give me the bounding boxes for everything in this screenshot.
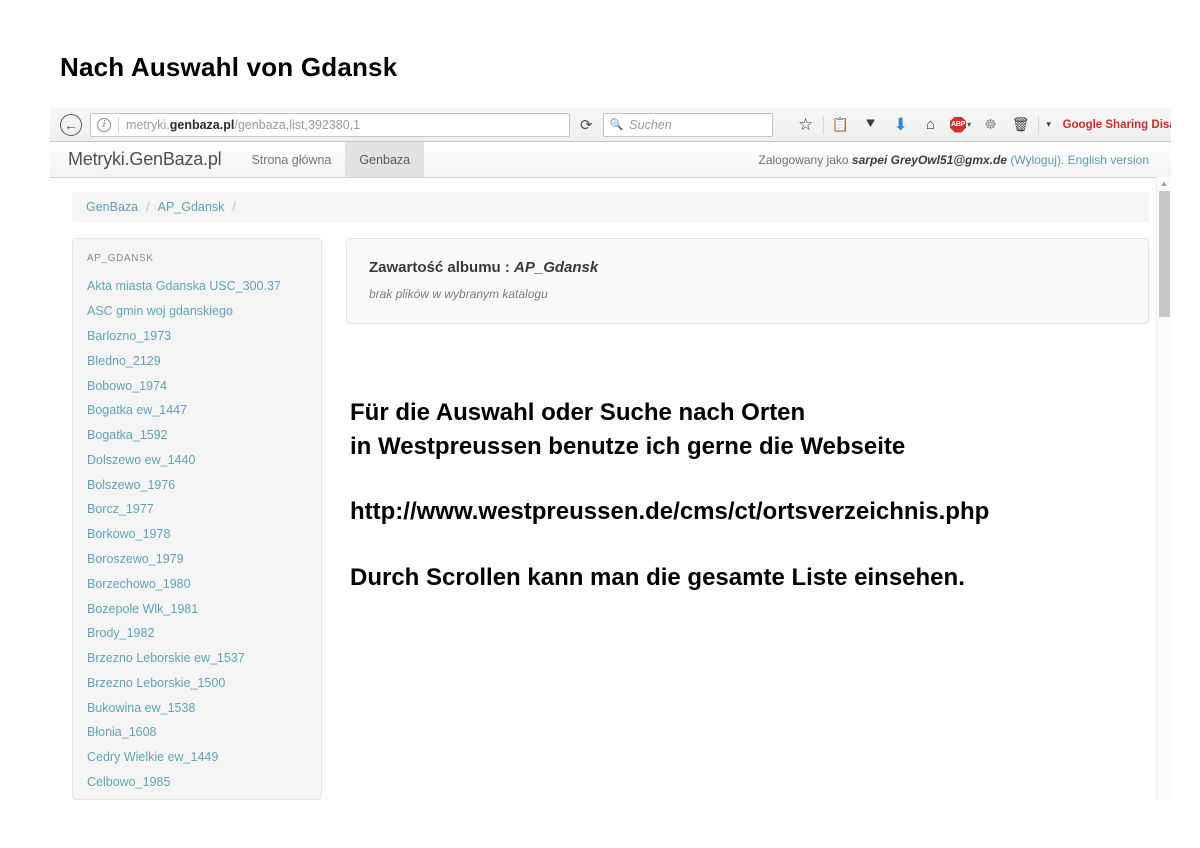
browser-toolbar: ← i metryki.genbaza.pl/genbaza,list,3923… [50,108,1171,142]
logout-link[interactable]: (Wyloguj). [1010,153,1064,167]
sidebar-item[interactable]: Brzezno Leborskie ew_1537 [73,646,321,671]
google-sharing-status: Google Sharing Disabled [1063,119,1171,131]
noscript-icon[interactable]: ☸ [976,112,1006,138]
login-prefix: Zalogowany jako [759,153,849,167]
address-bar-divider [118,117,119,133]
site-brand[interactable]: Metryki.GenBaza.pl [50,142,237,177]
breadcrumb-ap-gdansk[interactable]: AP_Gdansk [158,200,225,214]
sidebar-item[interactable]: Bobowo_1974 [73,373,321,398]
album-card: Zawartość albumu : AP_Gdansk brak plików… [346,238,1149,324]
toolbar-divider [823,116,824,134]
album-title: Zawartość albumu : AP_Gdansk [369,259,1126,276]
url-domain: genbaza.pl [170,118,235,132]
sidebar-item[interactable]: Barlozno_1973 [73,324,321,349]
chevron-down-icon[interactable]: ▾ [967,120,971,129]
site-info-icon[interactable]: i [97,118,111,132]
album-title-prefix: Zawartość albumu : [369,259,514,276]
login-username: sarpei GreyOwl51@gmx.de [852,153,1007,167]
site-header: Metryki.GenBaza.pl Strona główna Genbaza… [50,142,1171,178]
album-title-name: AP_Gdansk [514,259,598,276]
address-bar[interactable]: i metryki.genbaza.pl/genbaza,list,392380… [90,113,570,137]
annotation-line-3: Durch Scrollen kann man die gesamte List… [350,561,1150,595]
annotation-line-1: Für die Auswahl oder Suche nach Orten [350,396,1150,430]
scrollbar-thumb[interactable] [1159,191,1170,317]
annotation-overlay: Für die Auswahl oder Suche nach Orten in… [350,396,1150,595]
search-placeholder: Suchen [629,118,671,132]
album-sidebar[interactable]: AP_GDANSK Akta miasta Gdanska USC_300.37… [72,238,322,800]
search-icon: 🔍 [610,118,624,131]
reading-list-icon[interactable]: 📋 [826,112,856,138]
page-scrollbar[interactable]: ▲ [1156,177,1171,800]
album-empty-message: brak plików w wybranym katalogu [369,287,1126,301]
pocket-icon[interactable]: ⯆ [856,112,886,138]
sidebar-item[interactable]: Bukowina ew_1538 [73,695,321,720]
clear-data-icon[interactable]: 🗑 [1006,112,1036,138]
breadcrumb-wrapper: GenBaza / AP_Gdansk / [50,178,1171,222]
sidebar-item[interactable]: Borcz_1977 [73,497,321,522]
sidebar-item[interactable]: Bledno_2129 [73,348,321,373]
sidebar-item[interactable]: Bozepole Wlk_1981 [73,596,321,621]
url-prefix: metryki. [126,118,170,132]
breadcrumb-separator-2: / [232,200,235,214]
annotation-url: http://www.westpreussen.de/cms/ct/ortsve… [350,495,1150,529]
sidebar-item[interactable]: Brody_1982 [73,621,321,646]
sidebar-heading: AP_GDANSK [73,253,321,274]
annotation-line-2: in Westpreussen benutze ich gerne die We… [350,430,1150,464]
scroll-up-arrow-icon[interactable]: ▲ [1157,177,1171,190]
sidebar-item[interactable]: Dolszewo ew_1440 [73,447,321,472]
sidebar-item[interactable]: Celbowo_1985 [73,770,321,795]
breadcrumb-separator-1: / [146,200,149,214]
adblock-plus-icon[interactable]: ABP ▾ [946,112,976,138]
address-bar-url: metryki.genbaza.pl/genbaza,list,392380,1 [126,118,360,132]
sidebar-item[interactable]: Chmielno kat_1254 [73,794,321,800]
sidebar-item[interactable]: Borkowo_1978 [73,522,321,547]
sidebar-item[interactable]: Borzechowo_1980 [73,571,321,596]
downloads-icon[interactable]: ⬇ [886,112,916,138]
toolbar-divider-2 [1038,116,1039,134]
extension-toolbar: ☆ 📋 ⯆ ⬇ ⌂ ABP ▾ ☸ 🗑 ▾ Google Sharing Dis… [791,112,1171,138]
nav-item-strona-glowna[interactable]: Strona główna [237,142,345,177]
breadcrumb: GenBaza / AP_Gdansk / [72,192,1149,222]
nav-item-genbaza[interactable]: Genbaza [345,142,424,177]
back-button[interactable]: ← [58,112,84,138]
back-arrow-icon: ← [60,114,82,136]
bookmark-star-icon[interactable]: ☆ [791,112,821,138]
sidebar-item[interactable]: Boroszewo_1979 [73,547,321,572]
sidebar-item[interactable]: Bogatka_1592 [73,423,321,448]
search-input[interactable]: 🔍 Suchen [603,113,773,137]
account-status: Zalogowany jako sarpei GreyOwl51@gmx.de … [759,142,1171,177]
url-path: /genbaza,list,392380,1 [234,118,360,132]
google-sharing-caret-icon[interactable]: ▾ [1041,112,1057,138]
reload-button[interactable]: ⟳ [580,113,593,137]
language-link[interactable]: English version [1068,153,1149,167]
sidebar-item[interactable]: Akta miasta Gdanska USC_300.37 [73,274,321,299]
sidebar-item[interactable]: Bogatka ew_1447 [73,398,321,423]
sidebar-item[interactable]: Błonia_1608 [73,720,321,745]
sidebar-item[interactable]: Brzezno Leborskie_1500 [73,671,321,696]
abp-badge: ABP [950,117,966,133]
home-icon[interactable]: ⌂ [916,112,946,138]
sidebar-item[interactable]: Bolszewo_1976 [73,472,321,497]
sidebar-item[interactable]: ASC gmin woj gdanskiego [73,299,321,324]
breadcrumb-genbaza[interactable]: GenBaza [86,200,138,214]
page-title: Nach Auswahl von Gdansk [60,52,397,83]
sidebar-item[interactable]: Cedry Wielkie ew_1449 [73,745,321,770]
